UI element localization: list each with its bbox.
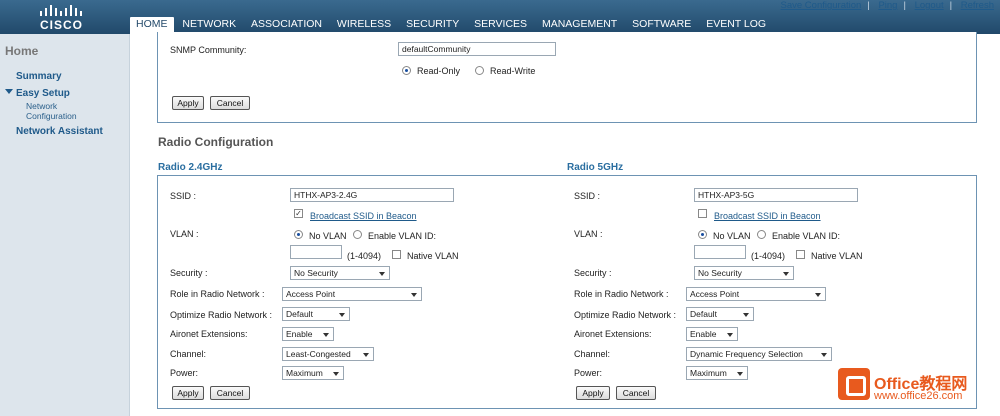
radio5-vlan-label: VLAN : [574, 229, 603, 239]
radio24-aironet-select[interactable]: Enable [282, 327, 334, 341]
read-write-radio[interactable] [475, 66, 484, 75]
chevron-down-icon [379, 272, 385, 276]
chevron-down-icon [411, 293, 417, 297]
sidebar-item-summary[interactable]: Summary [16, 71, 62, 82]
read-write-label: Read-Write [490, 66, 536, 76]
read-only-radio[interactable] [402, 66, 411, 75]
cisco-bars-icon [40, 5, 82, 16]
radio24-power-label: Power: [170, 368, 199, 378]
sidebar-item-network-assistant[interactable]: Network Assistant [16, 126, 103, 137]
chevron-down-icon [339, 313, 345, 317]
radio5-security-label: Security : [574, 268, 612, 278]
radio5-native-vlan-checkbox[interactable] [796, 250, 805, 259]
chevron-down-icon [363, 353, 369, 357]
chevron-down-icon [743, 313, 749, 317]
radio24-role-label: Role in Radio Network : [170, 289, 265, 299]
radio5-ssid-label: SSID : [574, 191, 601, 201]
chevron-down-icon [737, 372, 743, 376]
radio24-aironet-label: Aironet Extensions: [170, 329, 248, 339]
radio5-channel-label: Channel: [574, 349, 611, 359]
radio5-optimize-label: Optimize Radio Network : [574, 310, 677, 320]
sidebar-item-network-configuration[interactable]: Network Configuration [26, 101, 77, 121]
snmp-panel: SNMP Community: defaultCommunity Read-On… [157, 32, 977, 123]
radio24-security-select[interactable]: No Security [290, 266, 390, 280]
radio-24-title: Radio 2.4GHz [158, 162, 223, 173]
radio24-vlan-id-input[interactable] [290, 245, 342, 259]
radio5-role-select[interactable]: Access Point [686, 287, 826, 301]
radio5-enable-vlan-label: Enable VLAN ID: [772, 231, 841, 241]
radio5-role-label: Role in Radio Network : [574, 289, 669, 299]
radio24-apply-button[interactable]: Apply [172, 386, 204, 400]
radio24-optimize-label: Optimize Radio Network : [170, 310, 273, 320]
radio5-broadcast-link[interactable]: Broadcast SSID in Beacon [714, 211, 821, 221]
sidebar-item-easy-setup[interactable]: Easy Setup [16, 88, 70, 99]
radio24-broadcast-link[interactable]: Broadcast SSID in Beacon [310, 211, 417, 221]
snmp-cancel-button[interactable]: Cancel [210, 96, 250, 110]
radio24-enable-vlan-radio[interactable] [353, 230, 362, 239]
radio-5-title: Radio 5GHz [567, 162, 624, 173]
logout-link[interactable]: Logout [909, 0, 950, 11]
radio24-vlan-range: (1-4094) [347, 251, 382, 261]
radio5-vlan-id-input[interactable] [694, 245, 746, 259]
radio24-broadcast-checkbox[interactable]: ✓ [294, 209, 303, 218]
radio5-broadcast-checkbox[interactable] [698, 209, 707, 218]
radio5-no-vlan-label: No VLAN [713, 231, 751, 241]
sidebar: Home Summary Easy Setup Network Configur… [0, 34, 130, 416]
watermark-url: www.office26.com [874, 390, 963, 402]
chevron-down-icon [783, 272, 789, 276]
radio5-native-vlan-label: Native VLAN [811, 251, 863, 261]
snmp-community-input[interactable]: defaultCommunity [398, 42, 556, 56]
top-bar: CISCO Save Configuration | Ping | Logout | … [0, 0, 1000, 34]
radio5-channel-select[interactable]: Dynamic Frequency Selection [686, 347, 832, 361]
radio24-no-vlan-radio[interactable] [294, 230, 303, 239]
radio24-cancel-button[interactable]: Cancel [210, 386, 250, 400]
refresh-link[interactable]: Refresh [955, 0, 1000, 11]
chevron-down-icon [323, 333, 329, 337]
read-only-label: Read-Only [417, 66, 461, 76]
top-links: Save Configuration | Ping | Logout | Refres… [775, 0, 1000, 11]
radio-configuration-title: Radio Configuration [158, 135, 274, 149]
radio24-vlan-label: VLAN : [170, 229, 199, 239]
radio5-cancel-button[interactable]: Cancel [616, 386, 656, 400]
office-logo-icon [838, 368, 870, 400]
chevron-down-icon [821, 353, 827, 357]
radio24-security-label: Security : [170, 268, 208, 278]
radio24-channel-label: Channel: [170, 349, 207, 359]
radio5-optimize-select[interactable]: Default [686, 307, 754, 321]
radio5-ssid-input[interactable]: HTHX-AP3-5G [694, 188, 858, 202]
radio5-power-label: Power: [574, 368, 603, 378]
snmp-community-label: SNMP Community: [170, 45, 247, 55]
save-configuration-link[interactable]: Save Configuration [775, 0, 868, 11]
radio24-role-select[interactable]: Access Point [282, 287, 422, 301]
main-content: SNMP Community: defaultCommunity Read-On… [130, 32, 1000, 416]
sidebar-home-heading: Home [5, 44, 39, 58]
radio5-power-select[interactable]: Maximum [686, 366, 748, 380]
chevron-down-icon [815, 293, 821, 297]
radio24-channel-select[interactable]: Least-Congested [282, 347, 374, 361]
radio24-native-vlan-checkbox[interactable] [392, 250, 401, 259]
radio5-enable-vlan-radio[interactable] [757, 230, 766, 239]
radio5-aironet-select[interactable]: Enable [686, 327, 738, 341]
radio24-native-vlan-label: Native VLAN [407, 251, 459, 261]
radio5-aironet-label: Aironet Extensions: [574, 329, 652, 339]
radio5-vlan-range: (1-4094) [751, 251, 786, 261]
snmp-apply-button[interactable]: Apply [172, 96, 204, 110]
ping-link[interactable]: Ping [872, 0, 903, 11]
expand-triangle-icon[interactable] [5, 89, 13, 94]
radio24-power-select[interactable]: Maximum [282, 366, 344, 380]
radio24-ssid-label: SSID : [170, 191, 197, 201]
chevron-down-icon [333, 372, 339, 376]
cisco-logo: CISCO [36, 2, 92, 32]
cisco-logo-text: CISCO [40, 18, 84, 32]
radio5-security-select[interactable]: No Security [694, 266, 794, 280]
radio24-optimize-select[interactable]: Default [282, 307, 350, 321]
radio24-no-vlan-label: No VLAN [309, 231, 347, 241]
radio24-enable-vlan-label: Enable VLAN ID: [368, 231, 437, 241]
radio5-apply-button[interactable]: Apply [576, 386, 610, 400]
chevron-down-icon [727, 333, 733, 337]
radio24-ssid-input[interactable]: HTHX-AP3-2.4G [290, 188, 454, 202]
radio5-no-vlan-radio[interactable] [698, 230, 707, 239]
office26-watermark: Office教程网 www.office26.com [836, 360, 996, 412]
